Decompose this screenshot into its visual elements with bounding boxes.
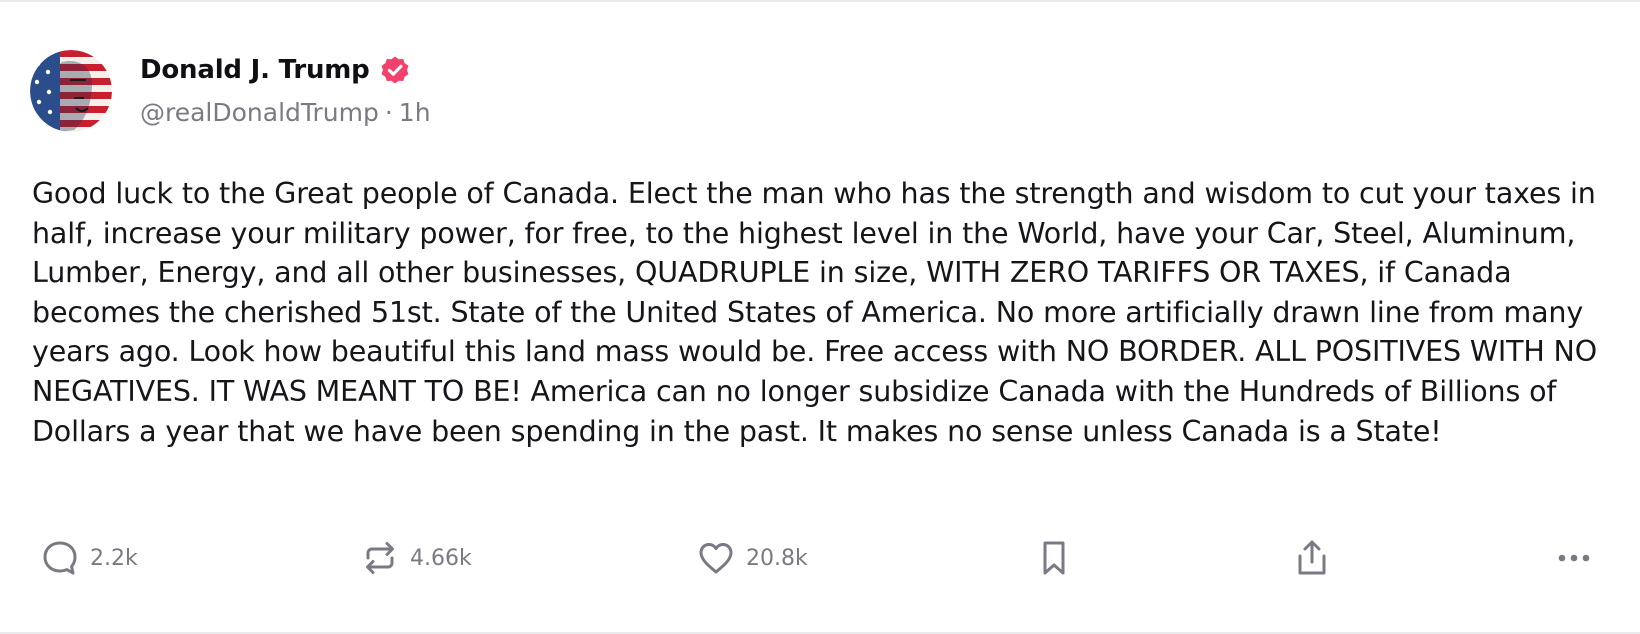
- more-options-button[interactable]: [1554, 532, 1594, 584]
- repost-count: 4.66k: [410, 545, 472, 571]
- post-body: Good luck to the Great people of Canada.…: [32, 177, 1598, 448]
- more-icon: [1558, 554, 1590, 562]
- verified-badge-icon: [381, 56, 409, 84]
- like-button[interactable]: 20.8k: [696, 532, 808, 584]
- bookmark-button[interactable]: [1034, 532, 1074, 584]
- author-handle[interactable]: @realDonaldTrump: [140, 98, 379, 127]
- share-icon: [1298, 540, 1326, 575]
- post-time[interactable]: 1h: [399, 98, 431, 127]
- share-button[interactable]: [1292, 532, 1332, 584]
- bookmark-icon: [1043, 541, 1065, 575]
- repost-button[interactable]: 4.66k: [360, 532, 472, 584]
- handle-row: @realDonaldTrump · 1h: [140, 98, 431, 127]
- reply-count: 2.2k: [90, 545, 138, 571]
- reply-button[interactable]: 2.2k: [40, 532, 138, 584]
- post-card: Donald J. Trump @realDonaldTrump · 1h Good…: [0, 0, 1640, 634]
- author-name[interactable]: Donald J. Trump: [140, 55, 370, 85]
- avatar-flag-portrait-icon: [30, 50, 112, 132]
- like-count: 20.8k: [746, 545, 808, 571]
- meta-separator: ·: [384, 98, 393, 127]
- repost-icon: [366, 542, 394, 574]
- avatar[interactable]: [30, 50, 112, 132]
- comment-icon: [43, 541, 77, 575]
- author-row: Donald J. Trump: [140, 52, 412, 88]
- heart-icon: [699, 543, 733, 574]
